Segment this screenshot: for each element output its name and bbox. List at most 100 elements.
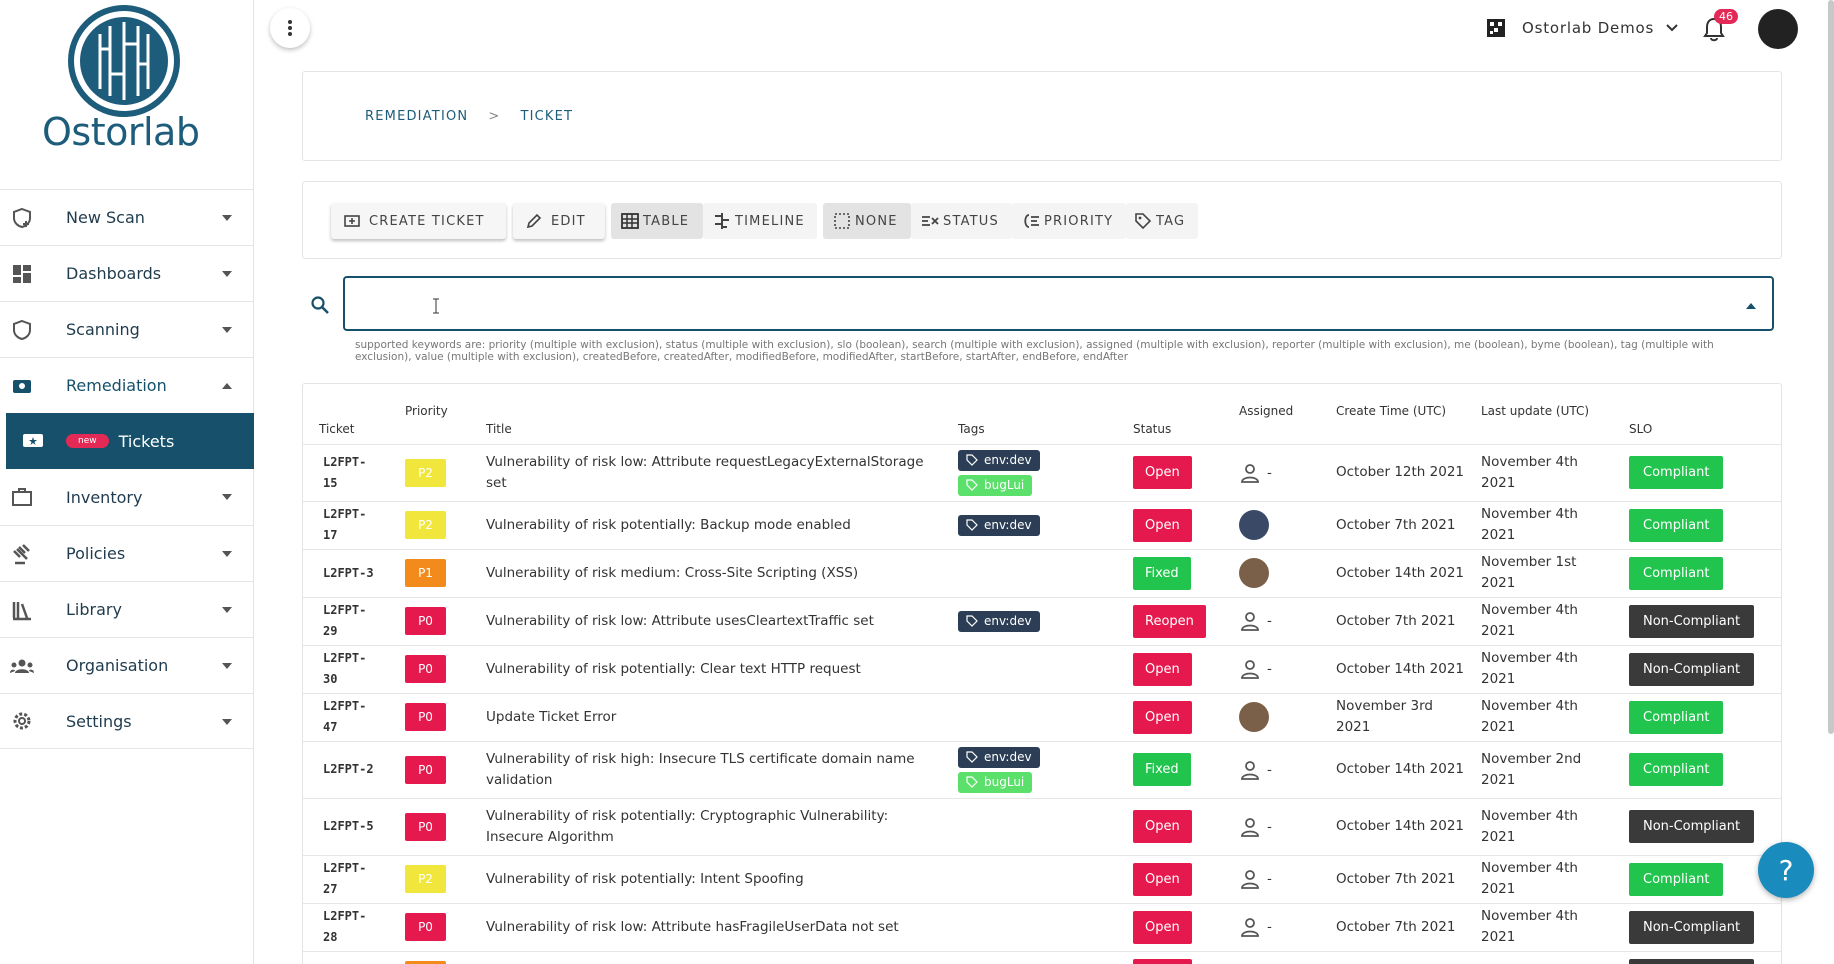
table-row[interactable]: L2FPT- 27 P2 Vulnerability of risk potent… [303, 854, 1781, 903]
status-badge[interactable]: Open [1133, 456, 1192, 489]
table-row[interactable]: L2FPT- 47 P0 Update Ticket Error Open Nov… [303, 692, 1781, 741]
status-badge[interactable]: Fixed [1133, 556, 1191, 590]
sidebar-item-organisation[interactable]: Organisation [0, 637, 254, 693]
sidebar-item-scanning[interactable]: Scanning [0, 301, 254, 357]
table-row[interactable]: L2FPT- 17 P2 Vulnerability of risk potent… [303, 500, 1781, 549]
assignee[interactable]: - [1239, 816, 1322, 838]
priority-badge[interactable]: P2 [405, 865, 446, 893]
table-row[interactable]: L2FPT-5 P0 Vulnerability of risk potenti… [303, 797, 1781, 855]
priority-badge[interactable]: P0 [405, 812, 446, 841]
assignee[interactable]: - [1239, 462, 1322, 484]
org-selector[interactable]: Ostorlab Demos [1486, 18, 1678, 38]
priority-badge[interactable]: P0 [405, 755, 446, 784]
assignee-avatar[interactable] [1239, 702, 1269, 732]
priority-badge[interactable]: P0 [405, 607, 446, 635]
status-badge[interactable]: Open [1133, 810, 1192, 843]
ticket-id[interactable]: L2FPT-5 [303, 797, 398, 855]
col-ticket[interactable]: Ticket [303, 384, 398, 444]
tag-chip[interactable]: env:dev [958, 610, 1040, 632]
sidebar-item-remediation[interactable]: Remediation [0, 357, 254, 413]
group-status-button[interactable]: STATUS [911, 203, 1012, 239]
tag-chip[interactable]: env:dev [958, 449, 1040, 471]
group-tag-button[interactable]: TAG [1126, 203, 1198, 239]
status-badge[interactable]: Reopen [1133, 604, 1206, 638]
col-priority[interactable]: Priority [398, 384, 479, 444]
help-button[interactable]: ? [1758, 842, 1814, 898]
ticket-title[interactable]: Vulnerability of risk potentially: Clear… [479, 644, 951, 693]
assignee-avatar[interactable] [1239, 510, 1269, 540]
edit-button[interactable]: EDIT [513, 203, 605, 239]
scrollbar[interactable] [1828, 0, 1834, 734]
ticket-title[interactable]: Vulnerability of risk high: Insecure TLS… [479, 740, 951, 798]
ticket-id[interactable]: L2FPT- 30 [303, 644, 398, 693]
col-create-time[interactable]: Create Time (UTC) [1329, 384, 1474, 444]
group-priority-button[interactable]: PRIORITY [1012, 203, 1126, 239]
priority-badge[interactable]: P0 [405, 913, 446, 941]
ticket-id[interactable]: L2FPT- 29 [303, 596, 398, 645]
priority-badge[interactable]: P2 [405, 458, 446, 487]
ticket-id[interactable]: L2FPT- 15 [303, 443, 398, 501]
priority-badge[interactable]: P0 [405, 655, 446, 683]
view-timeline-button[interactable]: TIMELINE [703, 203, 817, 239]
assignee[interactable]: - [1239, 916, 1322, 938]
tag-chip[interactable]: bugLui [958, 474, 1033, 496]
ticket-title[interactable]: Vulnerability of risk potentially: Crypt… [479, 797, 951, 855]
ticket-id[interactable]: L2FPT- 28 [303, 902, 398, 951]
status-badge[interactable]: Open [1133, 652, 1192, 686]
tag-chip[interactable]: bugLui [958, 771, 1033, 793]
ticket-title[interactable]: Vulnerability of risk medium: Cross-Site… [479, 548, 951, 597]
col-title[interactable]: Title [479, 384, 951, 444]
user-avatar[interactable] [1758, 9, 1798, 49]
assignee[interactable]: - [1239, 868, 1322, 890]
priority-badge[interactable]: P0 [405, 703, 446, 731]
create-ticket-button[interactable]: CREATE TICKET [331, 203, 506, 239]
ticket-title[interactable]: Update Ticket Error [479, 692, 951, 741]
ticket-id[interactable]: L2FPT-3 [303, 548, 398, 597]
ticket-id[interactable]: L2FPT- [303, 950, 398, 964]
ticket-id[interactable]: L2FPT- 17 [303, 500, 398, 549]
view-table-button[interactable]: TABLE [611, 203, 703, 239]
table-row[interactable]: L2FPT- P1 Vulnerability of risk potentia… [303, 950, 1781, 964]
ticket-title[interactable]: Vulnerability of risk low: Attribute has… [479, 902, 951, 951]
group-none-button[interactable]: NONE [823, 203, 911, 239]
assignee-avatar[interactable] [1239, 558, 1269, 588]
assignee[interactable]: - [1239, 658, 1322, 680]
search-input[interactable] [343, 276, 1774, 331]
table-row[interactable]: L2FPT-2 P0 Vulnerability of risk high: I… [303, 740, 1781, 798]
status-badge[interactable]: Open [1133, 958, 1192, 964]
assignee[interactable]: - [1239, 759, 1322, 781]
tag-chip[interactable]: env:dev [958, 746, 1040, 768]
ticket-title[interactable]: Vulnerability of risk low: Attribute use… [479, 596, 951, 645]
table-row[interactable]: L2FPT- 15 P2 Vulnerability of risk low: A… [303, 443, 1781, 501]
sidebar-item-tickets[interactable]: new Tickets [6, 413, 254, 469]
sidebar-item-inventory[interactable]: Inventory [0, 469, 254, 525]
sidebar-item-new-scan[interactable]: New Scan [0, 189, 254, 245]
ticket-title[interactable]: Vulnerability of risk potentially: Backu… [479, 500, 951, 549]
priority-badge[interactable]: P1 [405, 559, 446, 587]
table-row[interactable]: L2FPT- 28 P0 Vulnerability of risk low: A… [303, 902, 1781, 951]
ticket-id[interactable]: L2FPT-2 [303, 740, 398, 798]
sidebar-item-policies[interactable]: Policies [0, 525, 254, 581]
assignee[interactable]: - [1239, 610, 1322, 632]
sidebar-item-settings[interactable]: Settings [0, 693, 254, 749]
sidebar-item-dashboards[interactable]: Dashboards [0, 245, 254, 301]
col-slo[interactable]: SLO [1622, 384, 1781, 444]
ticket-title[interactable]: Vulnerability of risk potentially: Insec… [479, 950, 951, 964]
chevron-up-icon[interactable] [1746, 303, 1756, 309]
col-last-update[interactable]: Last update (UTC) [1474, 384, 1622, 444]
status-badge[interactable]: Open [1133, 700, 1192, 734]
col-assigned[interactable]: Assigned [1232, 384, 1329, 444]
table-row[interactable]: L2FPT-3 P1 Vulnerability of risk medium:… [303, 548, 1781, 597]
sidebar-item-library[interactable]: Library [0, 581, 254, 637]
assignee[interactable] [1239, 510, 1322, 540]
assignee[interactable] [1239, 702, 1322, 732]
col-status[interactable]: Status [1126, 384, 1232, 444]
ticket-title[interactable]: Vulnerability of risk low: Attribute req… [479, 443, 951, 501]
status-badge[interactable]: Open [1133, 910, 1192, 944]
col-tags[interactable]: Tags [951, 384, 1126, 444]
ticket-id[interactable]: L2FPT- 27 [303, 854, 398, 903]
tag-chip[interactable]: env:dev [958, 514, 1040, 536]
assignee[interactable] [1239, 558, 1322, 588]
table-row[interactable]: L2FPT- 29 P0 Vulnerability of risk low: A… [303, 596, 1781, 645]
status-badge[interactable]: Open [1133, 862, 1192, 896]
